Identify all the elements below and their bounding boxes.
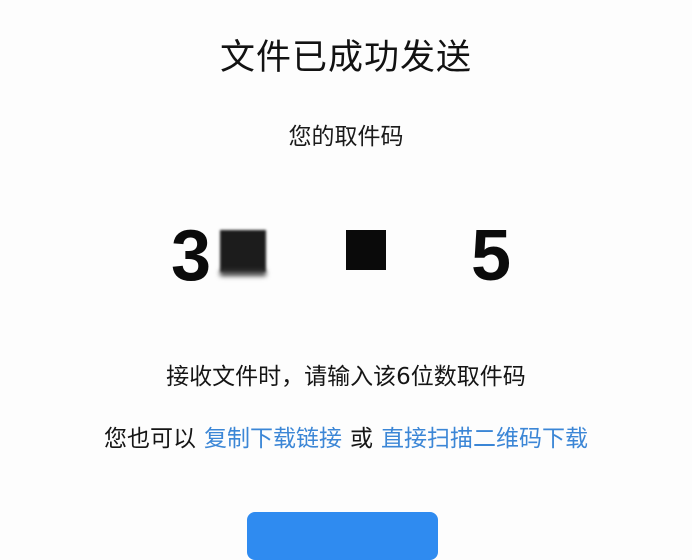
send-success-panel: 文件已成功发送 您的取件码 3 5 接收文件时，请输入该6位数取件码 您也可以复…	[0, 0, 692, 560]
alternative-prefix: 您也可以	[104, 426, 196, 452]
alternative-or: 或	[350, 426, 373, 452]
redaction-mask-square	[346, 230, 386, 270]
page-title: 文件已成功发送	[219, 38, 472, 78]
alternative-download-row: 您也可以 复制下载链接或直接扫描二维码下载	[0, 422, 692, 456]
redaction-mask-blurred	[220, 230, 266, 272]
scan-qr-code-link[interactable]: 直接扫描二维码下载	[381, 426, 588, 452]
pickup-code-label: 您的取件码	[288, 124, 404, 150]
copy-download-link[interactable]: 复制下载链接	[204, 426, 342, 452]
primary-action-button[interactable]	[247, 512, 438, 560]
pickup-code-display: 3 5	[0, 200, 692, 310]
pickup-code-first-digit: 3	[170, 216, 212, 296]
pickup-code-last-digit: 5	[470, 216, 512, 296]
pickup-code-hint: 接收文件时，请输入该6位数取件码	[166, 364, 526, 390]
